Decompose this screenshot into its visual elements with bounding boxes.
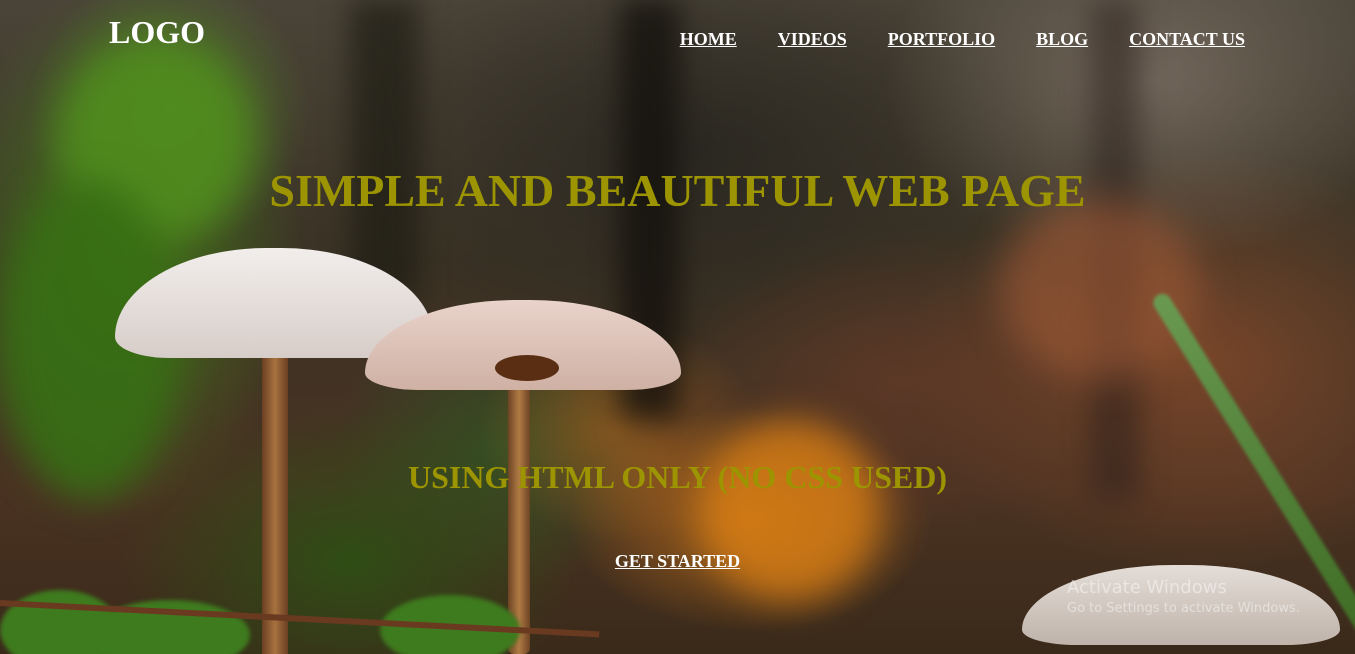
nav-link-blog[interactable]: BLOG	[1036, 29, 1088, 50]
watermark-title: Activate Windows	[1067, 577, 1227, 598]
cta-container: GET STARTED	[0, 551, 1355, 572]
watermark-subtitle: Go to Settings to activate Windows.	[1067, 601, 1300, 616]
activate-windows-watermark: Activate Windows Go to Settings to activ…	[1067, 577, 1300, 619]
logo: LOGO	[109, 14, 206, 50]
main-navigation: HOME VIDEOS PORTFOLIO BLOG CONTACT US	[680, 29, 1245, 50]
nav-link-portfolio[interactable]: PORTFOLIO	[888, 29, 995, 50]
nav-link-videos[interactable]: VIDEOS	[778, 29, 847, 50]
nav-link-contact-us[interactable]: CONTACT US	[1129, 29, 1245, 50]
hero-title: SIMPLE AND BEAUTIFUL WEB PAGE	[269, 165, 1086, 216]
hero-subtitle: USING HTML ONLY (NO CSS USED)	[407, 459, 948, 495]
nav-link-home[interactable]: HOME	[680, 29, 737, 50]
get-started-link[interactable]: GET STARTED	[615, 551, 740, 571]
